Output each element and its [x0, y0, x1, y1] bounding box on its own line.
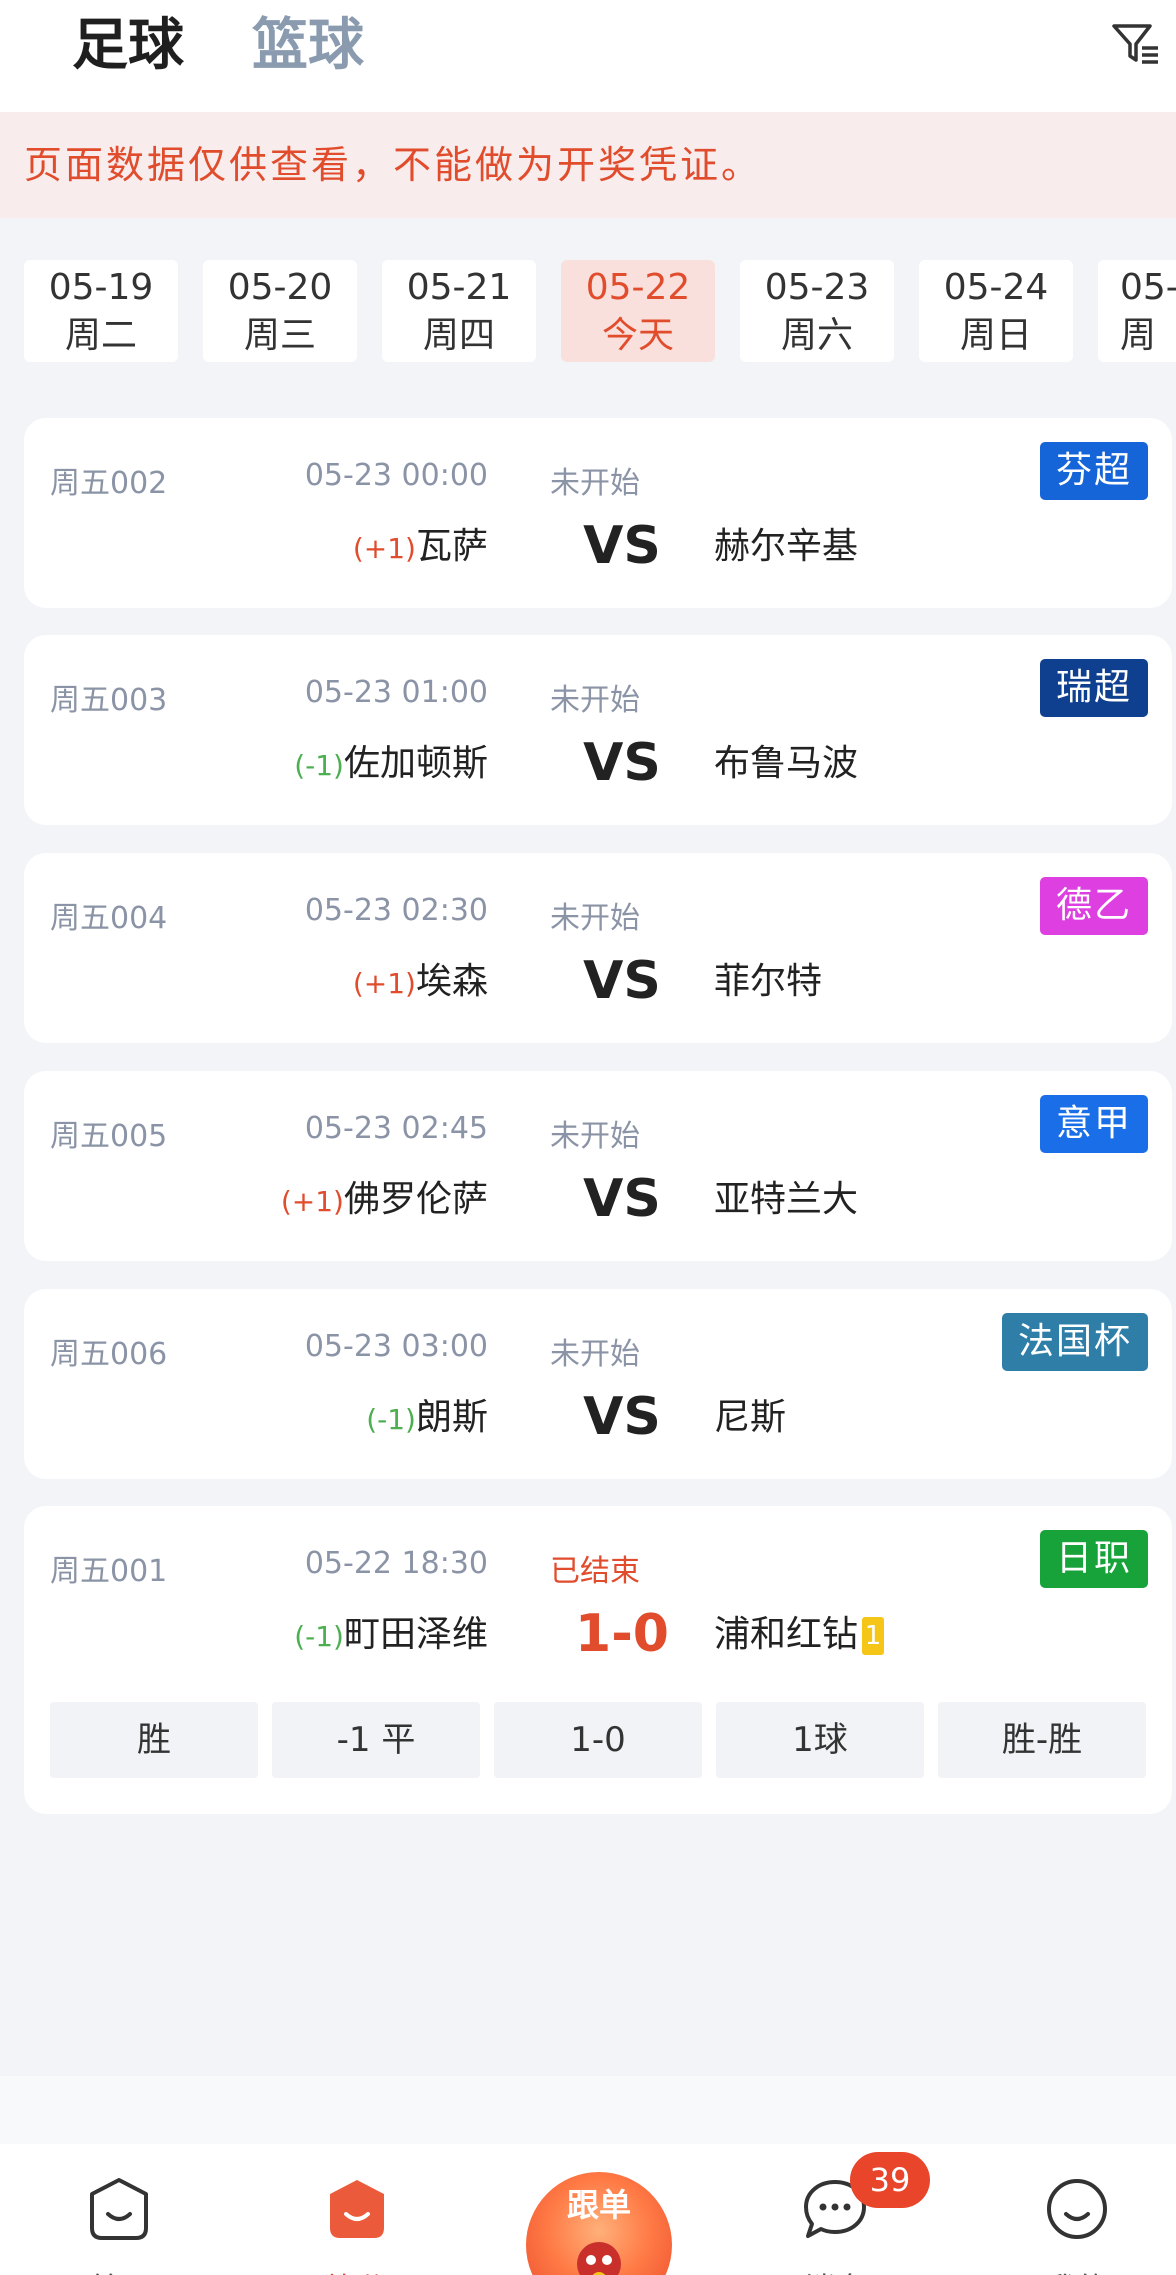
date-item[interactable]: 05-20 周三 — [203, 260, 357, 362]
bottom-tabbar: 首页 比分 跟单 39 消息 我的 — [0, 2144, 1176, 2275]
tabbar-item-follow[interactable]: 跟单 — [526, 2172, 672, 2275]
match-code: 周五003 — [50, 683, 168, 718]
tabbar-label: 比分 — [297, 2264, 417, 2275]
date-weekday: 今天 — [601, 315, 674, 356]
league-badge: 意甲 — [1039, 1095, 1148, 1153]
match-card-finished[interactable]: 周五001 05-22 18:30 已结束 日职 (-1)町田泽维 1-0 浦和… — [24, 1506, 1172, 1814]
date-weekday: 周 — [1120, 315, 1157, 356]
date-weekday: 周三 — [243, 315, 316, 356]
date-value: 05-20 — [227, 267, 333, 308]
home-team: (-1)佐加顿斯 — [294, 739, 488, 791]
date-value: 05- — [1120, 267, 1176, 308]
match-code: 周五002 — [50, 466, 168, 501]
league-badge: 法国杯 — [1001, 1313, 1148, 1371]
match-status: 未开始 — [550, 901, 640, 936]
date-item[interactable]: 05-19 周二 — [24, 260, 178, 362]
result-half-full: 胜-胜 — [938, 1702, 1146, 1778]
handicap: (-1) — [366, 1403, 416, 1436]
match-status: 未开始 — [550, 1337, 640, 1372]
date-item[interactable]: 05-21 周四 — [382, 260, 536, 362]
away-team: 赫尔辛基 — [714, 526, 859, 567]
league-badge: 瑞超 — [1039, 659, 1148, 717]
home-team: (-1)町田泽维 — [294, 1610, 488, 1662]
yellow-card-count: 1 — [862, 1617, 885, 1655]
match-code: 周五001 — [50, 1554, 168, 1589]
match-time: 05-23 03:00 — [304, 1329, 488, 1364]
date-item[interactable]: 05-24 周日 — [919, 260, 1073, 362]
match-time: 05-23 00:00 — [304, 458, 488, 493]
match-card[interactable]: 周五006 05-23 03:00 未开始 法国杯 (-1)朗斯 VS 尼斯 — [24, 1289, 1172, 1479]
disclaimer-notice: 页面数据仅供查看，不能做为开奖凭证。 — [0, 112, 1176, 218]
filter-list-icon[interactable] — [1110, 18, 1162, 70]
match-time: 05-23 01:00 — [304, 675, 488, 710]
score-icon — [330, 2180, 384, 2238]
league-badge: 芬超 — [1039, 442, 1148, 500]
handicap: (-1) — [294, 749, 344, 782]
handicap: (+1) — [280, 1185, 344, 1218]
date-weekday: 周六 — [780, 315, 853, 356]
away-team: 布鲁马波 — [714, 743, 859, 784]
away-team: 菲尔特 — [714, 961, 823, 1002]
match-card[interactable]: 周五003 05-23 01:00 未开始 瑞超 (-1)佐加顿斯 VS 布鲁马… — [24, 635, 1172, 825]
date-value: 05-24 — [943, 267, 1049, 308]
match-time: 05-23 02:30 — [304, 893, 488, 928]
league-badge: 德乙 — [1039, 877, 1148, 935]
tabbar-label: 消息 — [775, 2264, 895, 2275]
result-handicap: -1 平 — [272, 1702, 480, 1778]
match-time: 05-22 18:30 — [304, 1546, 488, 1581]
match-status: 已结束 — [550, 1554, 640, 1589]
tab-basketball[interactable]: 篮球 — [252, 6, 364, 86]
date-item[interactable]: 05- 周 — [1098, 260, 1176, 362]
date-value: 05-19 — [48, 267, 154, 308]
away-team: 尼斯 — [714, 1397, 787, 1438]
tab-football[interactable]: 足球 — [72, 6, 184, 86]
result-win-draw-lose: 胜 — [50, 1702, 258, 1778]
league-badge: 日职 — [1039, 1530, 1148, 1588]
handicap: (-1) — [294, 1620, 344, 1653]
date-item[interactable]: 05-23 周六 — [740, 260, 894, 362]
tabbar-label: 首页 — [59, 2264, 179, 2275]
date-weekday: 周日 — [959, 315, 1032, 356]
date-weekday: 周四 — [422, 315, 495, 356]
match-card[interactable]: 周五002 05-23 00:00 未开始 芬超 (+1)瓦萨 VS 赫尔辛基 — [24, 418, 1172, 608]
follow-icon — [577, 2242, 621, 2275]
date-item-today[interactable]: 05-22 今天 — [561, 260, 715, 362]
top-header: 足球 篮球 — [0, 0, 1176, 112]
match-code: 周五004 — [50, 901, 168, 936]
message-count-badge: 39 — [850, 2152, 930, 2208]
match-status: 未开始 — [550, 683, 640, 718]
match-card[interactable]: 周五004 05-23 02:30 未开始 德乙 (+1)埃森 VS 菲尔特 — [24, 853, 1172, 1043]
match-code: 周五006 — [50, 1337, 168, 1372]
home-team: (+1)佛罗伦萨 — [281, 1175, 488, 1227]
result-score: 1-0 — [494, 1702, 702, 1778]
result-row: 胜 -1 平 1-0 1球 胜-胜 — [50, 1702, 1150, 1778]
date-value: 05-21 — [406, 267, 512, 308]
match-status: 未开始 — [550, 466, 640, 501]
bottom-spacer — [0, 2076, 1176, 2144]
date-weekday: 周二 — [64, 315, 137, 356]
handicap: (+1) — [352, 967, 416, 1000]
away-team-name: 浦和红钻 — [714, 1614, 859, 1655]
away-team: 亚特兰大 — [714, 1179, 859, 1220]
match-code: 周五005 — [50, 1119, 168, 1154]
match-time: 05-23 02:45 — [304, 1111, 488, 1146]
away-team: 浦和红钻 1 — [714, 1610, 885, 1660]
follow-label: 跟单 — [566, 2186, 631, 2224]
match-status: 未开始 — [550, 1119, 640, 1154]
handicap: (+1) — [352, 532, 416, 565]
tabbar-label: 我的 — [1017, 2264, 1137, 2275]
profile-icon — [1047, 2179, 1107, 2239]
result-total-goals: 1球 — [716, 1702, 924, 1778]
date-value: 05-22 — [585, 267, 691, 308]
match-card[interactable]: 周五005 05-23 02:45 未开始 意甲 (+1)佛罗伦萨 VS 亚特兰… — [24, 1071, 1172, 1261]
date-value: 05-23 — [764, 267, 870, 308]
date-selector: 05-19 周二 05-20 周三 05-21 周四 05-22 今天 05-2… — [0, 218, 1176, 388]
home-icon — [90, 2178, 148, 2240]
